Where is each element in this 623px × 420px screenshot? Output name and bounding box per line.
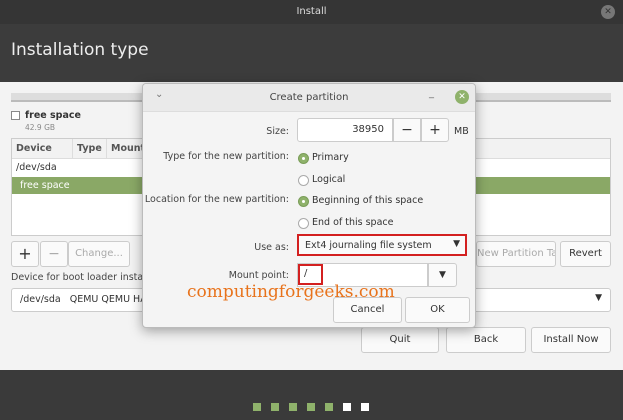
chevron-down-icon: ▼ xyxy=(453,239,460,249)
back-button[interactable]: Back xyxy=(446,327,526,353)
use-as-select[interactable]: Ext4 journaling file system ▼ xyxy=(297,234,467,256)
progress-dot xyxy=(289,403,297,411)
revert-button[interactable]: Revert xyxy=(560,241,611,267)
remove-partition-button[interactable]: − xyxy=(40,241,68,267)
use-as-value: Ext4 journaling file system xyxy=(305,240,432,251)
progress-dot xyxy=(271,403,279,411)
quit-button[interactable]: Quit xyxy=(361,327,439,353)
install-now-button[interactable]: Install Now xyxy=(531,327,611,353)
radio-beginning[interactable] xyxy=(298,196,309,207)
size-unit: MB xyxy=(454,126,469,137)
progress-dot xyxy=(361,403,369,411)
page-header: Installation type xyxy=(0,24,623,82)
option-logical[interactable]: Logical xyxy=(312,174,345,185)
legend-size: 42.9 GB xyxy=(25,123,56,132)
change-button[interactable]: Change... xyxy=(68,241,130,267)
column-device[interactable]: Device xyxy=(16,143,52,154)
free-space-swatch xyxy=(11,111,20,120)
new-partition-table-button[interactable]: New Partition Table... xyxy=(476,241,556,267)
use-as-label: Use as: xyxy=(254,242,289,253)
row-device: free space xyxy=(20,180,70,191)
ok-button[interactable]: OK xyxy=(405,297,470,323)
size-increment-button[interactable]: + xyxy=(421,118,449,142)
mount-point-dropdown-button[interactable]: ▼ xyxy=(428,263,457,287)
type-label: Type for the new partition: xyxy=(163,151,289,162)
add-partition-button[interactable]: + xyxy=(11,241,39,267)
radio-end[interactable] xyxy=(298,218,309,229)
column-type[interactable]: Type xyxy=(72,139,106,159)
minimize-icon[interactable]: _ xyxy=(429,88,434,99)
watermark: computingforgeeks.com xyxy=(187,282,395,302)
row-device: /dev/sda xyxy=(16,162,57,173)
close-icon[interactable]: ✕ xyxy=(455,90,469,104)
option-beginning[interactable]: Beginning of this space xyxy=(312,195,423,206)
radio-logical[interactable] xyxy=(298,175,309,186)
option-primary[interactable]: Primary xyxy=(312,152,349,163)
page-title: Installation type xyxy=(11,40,149,60)
size-decrement-button[interactable]: − xyxy=(393,118,421,142)
size-label: Size: xyxy=(266,126,289,137)
chevron-down-icon: ▼ xyxy=(595,293,602,303)
title-bar: Install xyxy=(0,0,623,24)
legend-label: free space xyxy=(25,110,81,121)
progress-dot xyxy=(253,403,261,411)
size-input[interactable]: 38950 xyxy=(297,118,393,142)
close-icon[interactable]: ✕ xyxy=(601,5,615,19)
location-label: Location for the new partition: xyxy=(144,194,289,205)
footer xyxy=(0,370,623,420)
chevron-down-icon: ▼ xyxy=(439,270,446,280)
progress-dot xyxy=(307,403,315,411)
mount-point-label: Mount point: xyxy=(228,270,289,281)
option-end[interactable]: End of this space xyxy=(312,217,393,228)
dialog-title: Create partition xyxy=(269,92,349,103)
radio-primary[interactable] xyxy=(298,153,309,164)
progress-dot xyxy=(343,403,351,411)
progress-dot xyxy=(325,403,333,411)
window-title: Install xyxy=(296,6,327,17)
